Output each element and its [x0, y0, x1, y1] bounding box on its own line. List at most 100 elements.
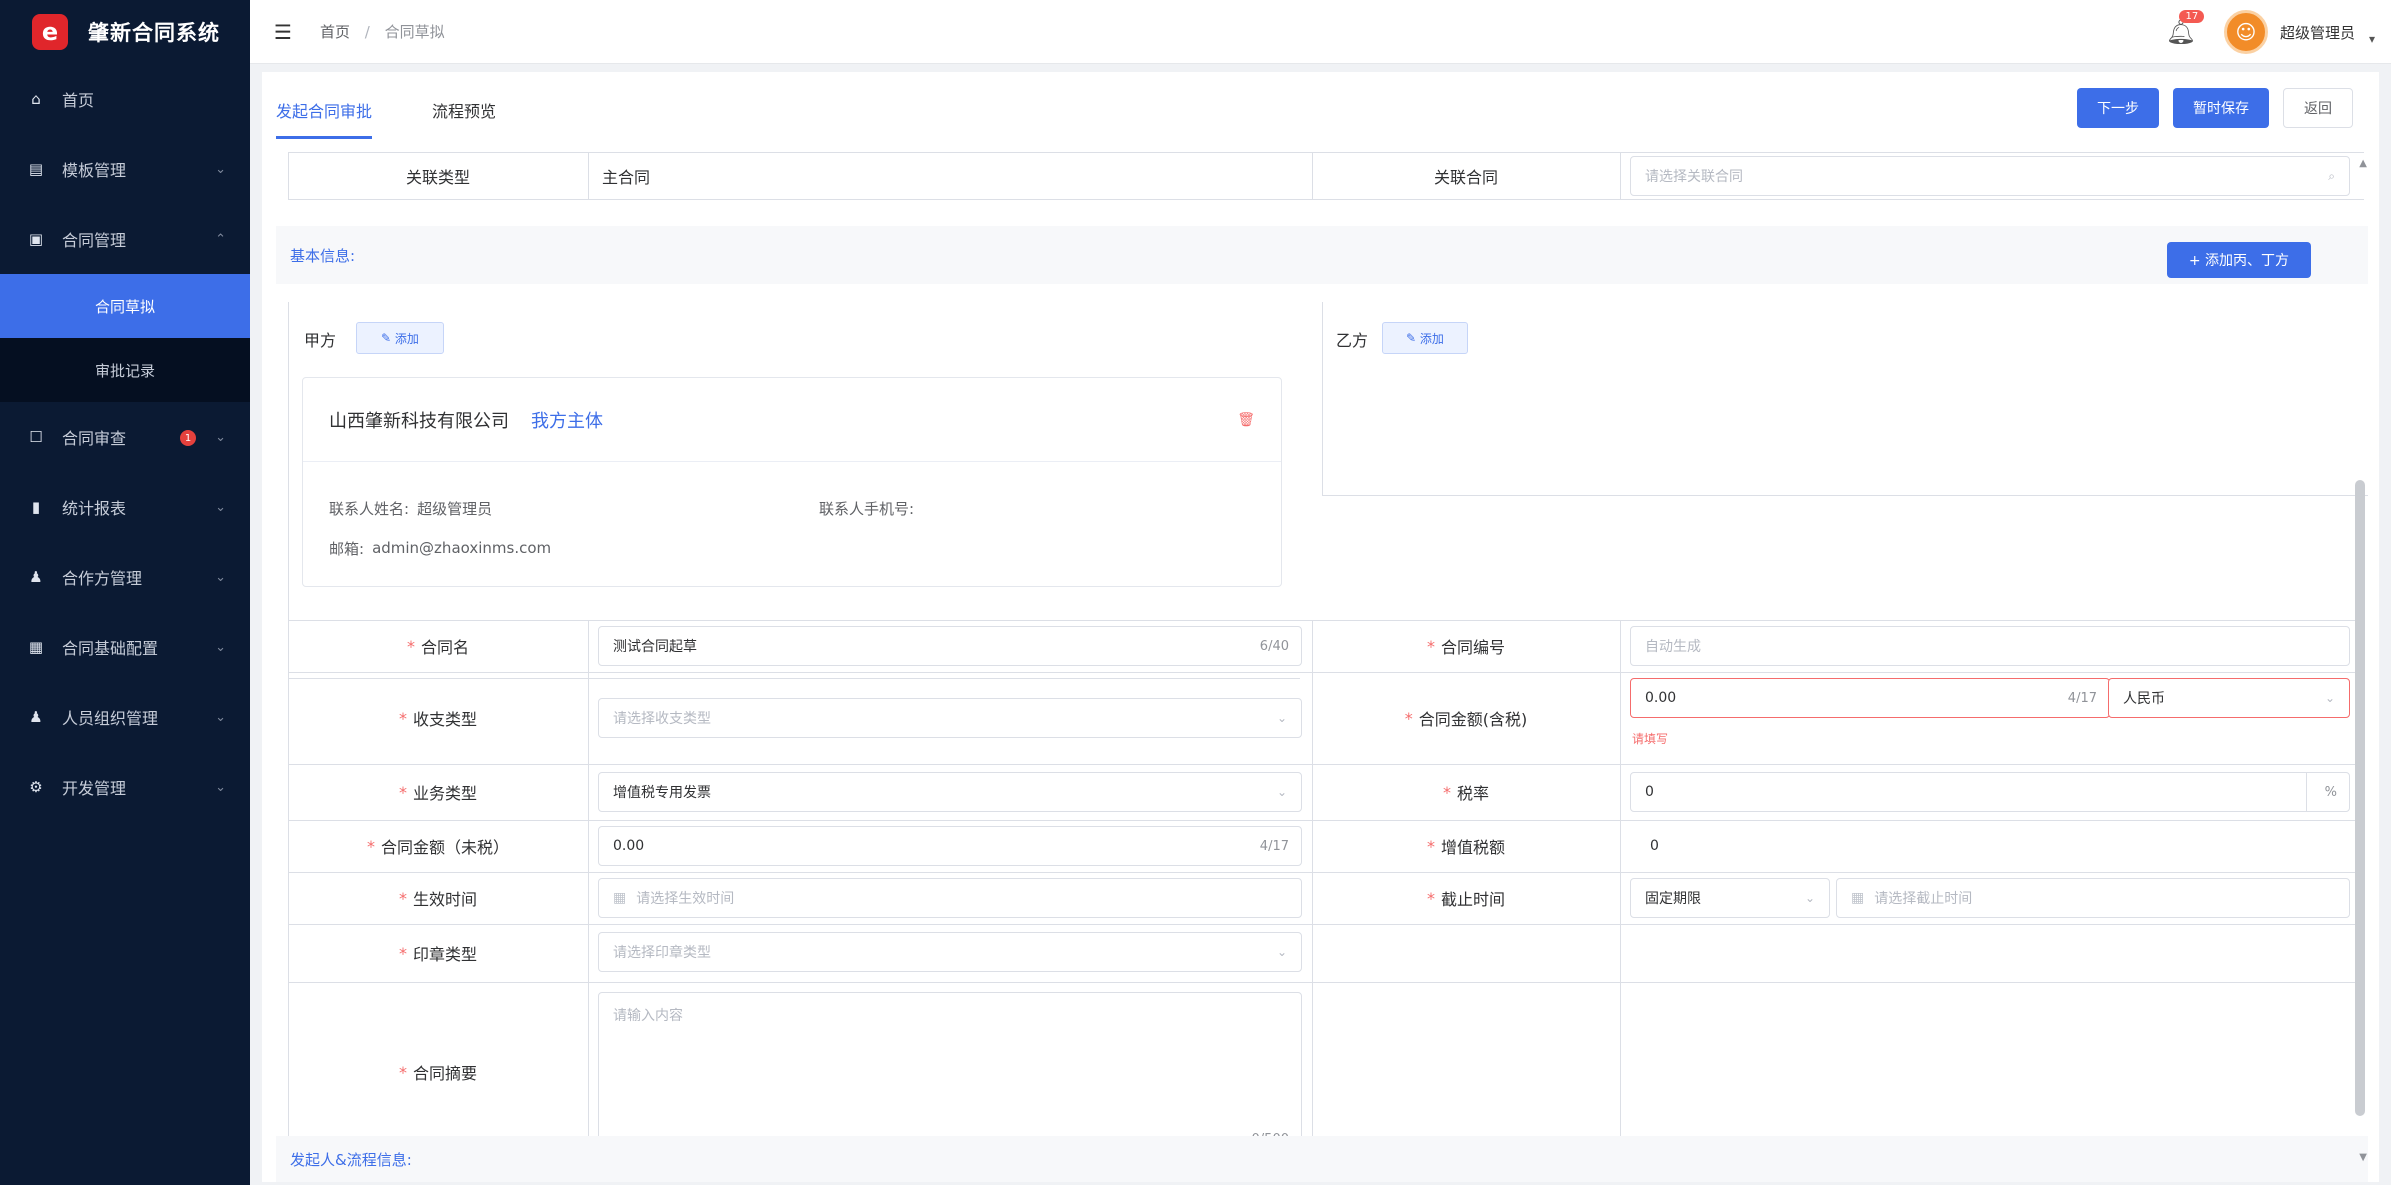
business-type-select[interactable]: 增值税专用发票 ⌄: [598, 772, 1302, 812]
contract-name-input[interactable]: 测试合同起草 6/40: [598, 626, 1302, 666]
delete-icon[interactable]: 🗑︎: [1237, 412, 1255, 428]
required-mark: *: [1426, 836, 1435, 856]
basic-info-title: 基本信息:: [290, 246, 356, 265]
chevron-down-icon: ⌄: [2324, 691, 2335, 705]
relation-type-value: 主合同: [602, 168, 651, 187]
scroll-up-arrow[interactable]: ▲: [2359, 158, 2367, 169]
sidebar-item-label: 合同审查: [62, 429, 127, 448]
scrollbar-thumb[interactable]: [2355, 480, 2365, 1116]
company-name: 山西肇新科技有限公司: [329, 410, 509, 432]
chevron-down-icon: ⌄: [1276, 945, 1287, 959]
effective-date-picker[interactable]: ▦ 请选择生效时间: [598, 878, 1302, 918]
tax-rate-label: * 税率: [1312, 764, 1620, 820]
table-border: [588, 620, 589, 1182]
breadcrumb-separator: /: [364, 23, 370, 41]
sidebar-item-home[interactable]: ⌂ 首页: [0, 64, 250, 134]
sidebar-item-label: 开发管理: [62, 779, 127, 798]
contact-phone-label: 联系人手机号:: [819, 499, 915, 518]
char-counter: 6/40: [1259, 638, 1289, 654]
end-date-label-text: 截止时间: [1440, 890, 1505, 909]
party-card-body: 联系人姓名: 超级管理员 联系人手机号: 邮箱: admin@zhaoxinms…: [303, 462, 1281, 568]
amount-incl-value: 0.00: [1645, 690, 1677, 706]
effective-date-label-text: 生效时间: [412, 890, 477, 909]
party-b-add-button[interactable]: ✎ 添加: [1382, 322, 1468, 354]
required-mark: *: [366, 836, 375, 856]
seal-type-select[interactable]: 请选择印章类型 ⌄: [598, 932, 1302, 972]
search-icon[interactable]: ⌕: [2328, 169, 2335, 184]
sidebar-item-review[interactable]: ☐ 合同审查 1 ⌄: [0, 402, 250, 472]
back-button[interactable]: 返回: [2283, 88, 2353, 128]
action-bar: 下一步 暂时保存 返回: [2063, 88, 2353, 128]
amount-excl-input[interactable]: 0.00 4/17: [598, 826, 1302, 866]
bell-icon[interactable]: 🔔︎ 17: [2165, 10, 2205, 46]
chevron-down-icon: ⌄: [215, 639, 226, 655]
pay-type-placeholder: 请选择收支类型: [613, 711, 711, 727]
user-name[interactable]: 超级管理员: [2280, 22, 2355, 43]
caret-down-icon[interactable]: ▾: [2369, 32, 2375, 46]
sidebar-item-label: 统计报表: [62, 499, 127, 518]
self-entity-tag: 我方主体: [531, 410, 603, 432]
currency-select[interactable]: 人民币 ⌄: [2108, 678, 2350, 718]
end-date-picker[interactable]: ▦ 请选择截止时间: [1836, 878, 2350, 918]
sidebar: e 肇新合同系统 ⌂ 首页 ▤ 模板管理 ⌄ ▣ 合同管理 ⌃ 合同草拟 审批记…: [0, 0, 250, 1185]
table-border: [1322, 302, 1323, 496]
sidebar-item-org[interactable]: ♟ 人员组织管理 ⌄: [0, 682, 250, 752]
seal-type-label-text: 印章类型: [412, 945, 477, 964]
tax-rate-input[interactable]: 0 %: [1630, 772, 2350, 812]
related-contract-input[interactable]: 请选择关联合同 ⌕: [1630, 156, 2350, 196]
amount-excl-label: * 合同金额（未税）: [288, 820, 588, 872]
required-mark: *: [398, 782, 407, 802]
sidebar-item-config[interactable]: ▦ 合同基础配置 ⌄: [0, 612, 250, 682]
chevron-down-icon: ⌄: [1804, 891, 1815, 905]
required-mark: *: [398, 943, 407, 963]
summary-textarea[interactable]: 请输入内容 0/500: [598, 992, 1302, 1160]
sidebar-item-partners[interactable]: ♟ 合作方管理 ⌄: [0, 542, 250, 612]
table-border: [1620, 620, 1621, 1182]
party-a-label: 甲方: [304, 331, 337, 350]
menu-toggle-icon[interactable]: ☰: [274, 20, 292, 44]
sidebar-subitem-approval-records[interactable]: 审批记录: [0, 338, 250, 402]
next-button[interactable]: 下一步: [2077, 88, 2159, 128]
char-counter: 4/17: [2067, 690, 2097, 706]
initiator-flow-title: 发起人&流程信息:: [290, 1150, 412, 1169]
sidebar-item-reports[interactable]: ▮ 统计报表 ⌄: [0, 472, 250, 542]
user-icon: ♟: [29, 708, 43, 726]
contract-no-input[interactable]: 自动生成: [1630, 626, 2350, 666]
pay-type-label-text: 收支类型: [412, 710, 477, 729]
chevron-down-icon: ⌄: [215, 709, 226, 725]
tax-amount-value: 0: [1650, 838, 1659, 854]
end-date-mode-select[interactable]: 固定期限 ⌄: [1630, 878, 1830, 918]
table-border: [1620, 152, 1621, 200]
sidebar-item-contracts[interactable]: ▣ 合同管理 ⌃: [0, 204, 250, 274]
sidebar-item-label: 合同管理: [62, 231, 127, 250]
char-counter: 4/17: [1259, 838, 1289, 854]
pay-type-select[interactable]: 请选择收支类型 ⌄: [598, 698, 1302, 738]
effective-date-label: * 生效时间: [288, 872, 588, 924]
table-border: [288, 982, 2364, 983]
scroll-down-arrow[interactable]: ▼: [2359, 1152, 2367, 1163]
relation-type-label: 关联类型: [405, 168, 470, 187]
avatar[interactable]: ☺: [2223, 10, 2268, 54]
save-draft-button[interactable]: 暂时保存: [2173, 88, 2269, 128]
sidebar-subitem-draft[interactable]: 合同草拟: [0, 274, 250, 338]
amount-incl-input[interactable]: 0.00 4/17: [1630, 678, 2110, 718]
currency-value: 人民币: [2123, 691, 2165, 707]
tab-flow-preview[interactable]: 流程预览: [432, 92, 496, 139]
add-party-button[interactable]: + 添加丙、丁方: [2166, 242, 2311, 278]
contract-name-label: * 合同名: [288, 620, 588, 672]
contract-no-placeholder: 自动生成: [1645, 639, 1701, 655]
business-type-label-text: 业务类型: [412, 784, 477, 803]
party-a-add-button[interactable]: ✎ 添加: [356, 322, 444, 354]
tabs: 发起合同审批 流程预览: [276, 92, 556, 139]
breadcrumb-home[interactable]: 首页: [320, 23, 350, 41]
contract-name-value: 测试合同起草: [613, 639, 697, 655]
sidebar-item-templates[interactable]: ▤ 模板管理 ⌄: [0, 134, 250, 204]
party-a-card: 山西肇新科技有限公司 我方主体 🗑︎ 联系人姓名: 超级管理员 联系人手机号: …: [302, 377, 1282, 587]
brand[interactable]: e 肇新合同系统: [0, 0, 250, 64]
chevron-up-icon: ⌃: [215, 231, 226, 247]
required-mark: *: [406, 636, 415, 656]
basic-info-header: 基本信息:: [276, 226, 2368, 284]
table-border: [1322, 495, 2368, 496]
tab-start-approval[interactable]: 发起合同审批: [276, 92, 373, 139]
sidebar-item-dev[interactable]: ⚙ 开发管理 ⌄: [0, 752, 250, 822]
